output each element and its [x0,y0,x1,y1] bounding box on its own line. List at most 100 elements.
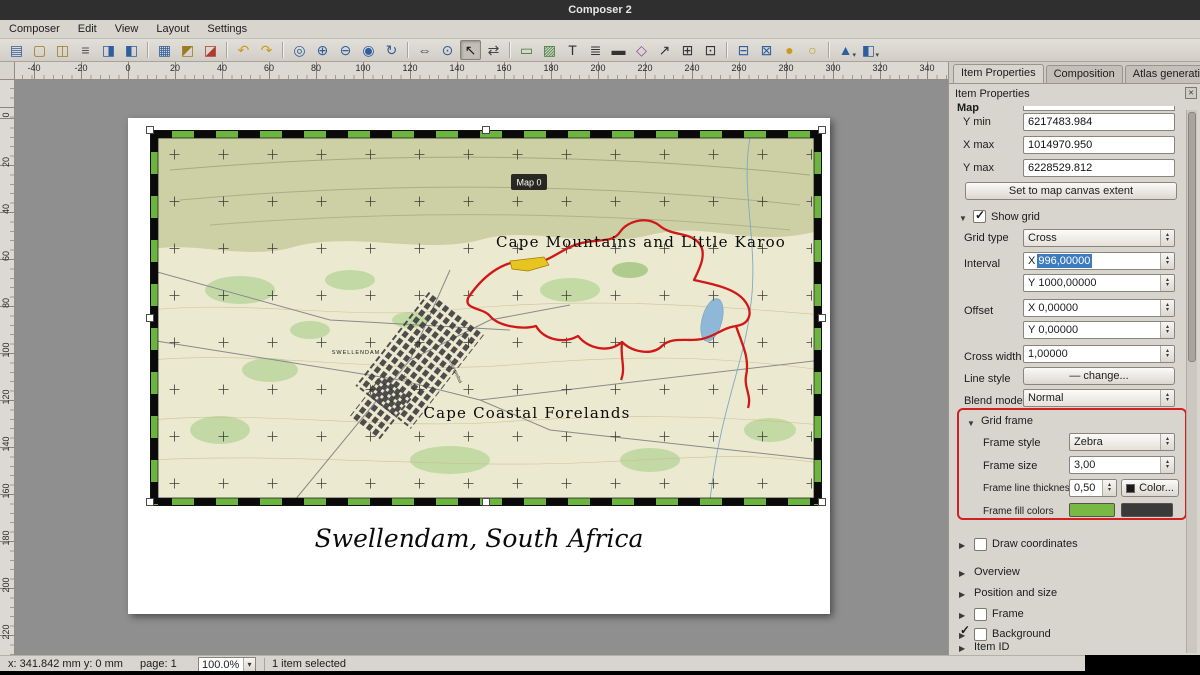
add-new-map-icon[interactable]: ▭ [516,40,537,60]
section-label: Item ID [974,641,1009,653]
pan-icon[interactable]: ⇔ [414,40,435,60]
toolbar-separator [828,42,830,58]
export-as-svg-icon[interactable]: ◩ [177,40,198,60]
load-from-template-icon[interactable]: ◨ [98,40,119,60]
menu-view[interactable]: View [106,21,148,37]
zoom-in-icon[interactable]: ⊕ [312,40,333,60]
vertical-ruler: 020406080100120140160180200220 [0,80,15,655]
ruler-corner [0,62,15,80]
expander-icon[interactable] [959,588,969,598]
lock-selected-items-icon[interactable]: ● [779,40,800,60]
map-title-label[interactable]: Swellendam, South Africa [128,524,830,553]
dropdown-arrow-icon[interactable] [243,658,255,671]
ruler-mark: 80 [1,294,11,312]
zoom-full-icon[interactable]: ◎ [289,40,310,60]
section-frame-checkbox[interactable] [974,608,987,621]
selection-handle[interactable] [818,314,826,322]
add-new-label-icon[interactable]: T [562,40,583,60]
unlock-all-icon[interactable]: ○ [802,40,823,60]
section-item-id[interactable]: Item ID [959,639,1009,655]
composer-canvas[interactable]: SWELLENDAM Voortrek Swellengrebel Cape M… [15,80,948,655]
region-label-bottom: Cape Coastal Forelands [423,404,630,422]
statusbar-separator [264,658,265,671]
zoom-level-combo[interactable]: 100.0% [198,657,256,672]
ruler-mark: 100 [355,63,370,73]
ruler-mark: 80 [311,63,321,73]
grid-crosses [160,140,812,496]
group-items-icon[interactable]: ⊟ [733,40,754,60]
add-basic-shape-icon[interactable]: ◇ [631,40,652,60]
expander-icon[interactable] [959,539,969,549]
menubar: Composer Edit View Layout Settings [0,20,1200,39]
zoom-actual-size-icon[interactable]: ◉ [358,40,379,60]
menu-layout[interactable]: Layout [147,21,198,37]
ruler-mark: 60 [1,247,11,265]
map-item[interactable]: SWELLENDAM Voortrek Swellengrebel Cape M… [150,130,822,506]
selection-handle[interactable] [482,126,490,134]
selection-handle[interactable] [818,498,826,506]
zoom-out-icon[interactable]: ⊖ [335,40,356,60]
move-item-content-icon[interactable]: ⇄ [483,40,504,60]
section-position-and-size[interactable]: Position and size [959,585,1057,601]
right-panel: Item Properties Composition Atlas genera… [948,62,1200,655]
panel-scrollbar[interactable] [1186,110,1197,653]
selection-status: 1 item selected [272,658,346,670]
selection-handle[interactable] [146,126,154,134]
section-draw-coordinates-checkbox[interactable] [974,538,987,551]
map-render: SWELLENDAM Voortrek Swellengrebel Cape M… [150,130,822,506]
section-label: Frame [992,608,1024,620]
horizontal-ruler: -40-200204060801001201401601802002202402… [15,62,948,80]
add-new-scalebar-icon[interactable]: ▬ [608,40,629,60]
section-overview[interactable]: Overview [959,564,1020,580]
align-items-icon[interactable]: ◧▾ [858,40,879,60]
add-new-legend-icon[interactable]: ≣ [585,40,606,60]
new-composition-icon[interactable]: ▢ [29,40,50,60]
duplicate-composition-icon[interactable]: ◫ [52,40,73,60]
expander-icon[interactable] [959,567,969,577]
undo-icon[interactable]: ↶ [233,40,254,60]
page-indicator: page: 1 [140,658,177,670]
ruler-mark: 20 [1,153,11,171]
panel-scrollbar-thumb[interactable] [1188,112,1196,362]
select-move-item-icon[interactable]: ↖ [460,40,481,60]
raise-selected-items-icon[interactable]: ▲▾ [835,40,856,60]
zoom-tool-icon[interactable]: ⊙ [437,40,458,60]
expander-icon[interactable] [959,642,969,652]
save-project-icon[interactable]: ▤ [6,40,27,60]
menu-edit[interactable]: Edit [69,21,106,37]
refresh-view-icon[interactable]: ↻ [381,40,402,60]
add-attribute-table-icon[interactable]: ⊞ [677,40,698,60]
ruler-mark: 60 [264,63,274,73]
ruler-mark: 40 [1,200,11,218]
toolbar-separator [226,42,228,58]
section-draw-coordinates[interactable]: Draw coordinates [959,536,1078,552]
section-frame[interactable]: Frame [959,606,1024,622]
ruler-mark: 160 [1,482,11,500]
ruler-mark: 0 [125,63,130,73]
ruler-mark: 340 [919,63,934,73]
ruler-mark: 140 [449,63,464,73]
expander-icon[interactable] [959,609,969,619]
export-as-pdf-icon[interactable]: ◪ [200,40,221,60]
add-image-icon[interactable]: ▨ [539,40,560,60]
menu-settings[interactable]: Settings [198,21,256,37]
export-as-image-icon[interactable]: ▦ [154,40,175,60]
section-label: Draw coordinates [992,538,1078,550]
save-as-template-icon[interactable]: ◧ [121,40,142,60]
composition-manager-icon[interactable]: ≡ [75,40,96,60]
ruler-mark: 200 [1,576,11,594]
section-label: Overview [974,566,1020,578]
ruler-mark: 20 [170,63,180,73]
add-html-frame-icon[interactable]: ⊡ [700,40,721,60]
selection-handle[interactable] [482,498,490,506]
composition-page[interactable]: SWELLENDAM Voortrek Swellengrebel Cape M… [128,118,830,614]
add-arrow-icon[interactable]: ↗ [654,40,675,60]
selection-handle[interactable] [146,314,154,322]
selection-handle[interactable] [818,126,826,134]
ungroup-items-icon[interactable]: ⊠ [756,40,777,60]
menu-composer[interactable]: Composer [0,21,69,37]
redo-icon[interactable]: ↷ [256,40,277,60]
toolbar-separator [282,42,284,58]
selection-handle[interactable] [146,498,154,506]
ruler-mark: 320 [872,63,887,73]
